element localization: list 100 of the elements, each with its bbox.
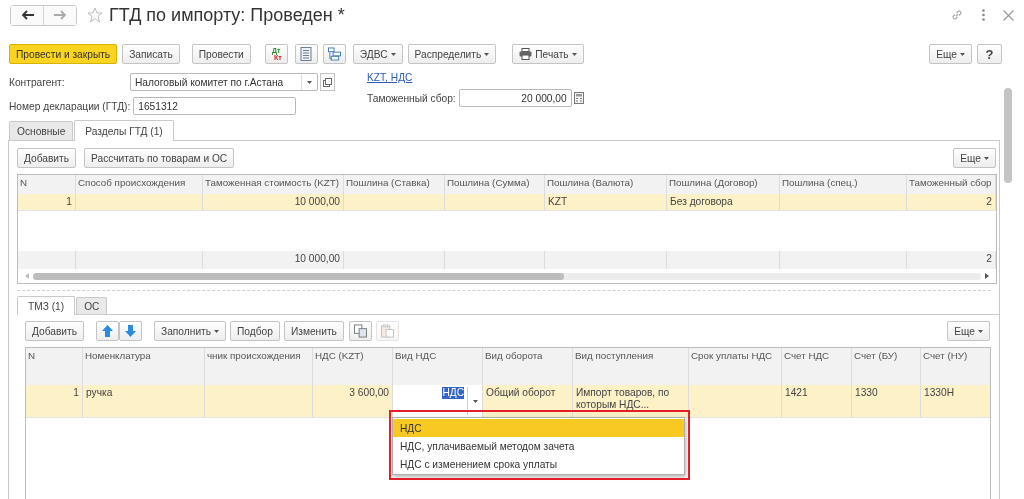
scroll-left-icon[interactable] — [25, 273, 29, 279]
dropdown-option[interactable]: НДС с изменением срока уплаты — [393, 455, 684, 473]
table-cell: 1330Н — [921, 385, 990, 418]
column-header[interactable]: Пошлина (Сумма) — [445, 175, 545, 194]
table-cell: 1330 — [852, 385, 921, 418]
column-header[interactable]: Пошлина (Валюта) — [545, 175, 667, 194]
declaration-number-field[interactable]: 1651312 — [133, 97, 297, 115]
column-header[interactable]: Таможенный сбор — [907, 175, 996, 194]
more-button[interactable]: Еще — [953, 148, 996, 168]
field-label: Контрагент: — [9, 76, 66, 88]
table-cell: 10 000,00 — [203, 251, 344, 269]
move-up-button[interactable] — [96, 321, 120, 341]
more-button[interactable]: Еще — [947, 321, 990, 341]
column-header[interactable]: Пошлина (спец.) — [780, 175, 907, 194]
column-header[interactable]: Вид поступления — [573, 348, 689, 385]
column-header[interactable]: Срок уплаты НДС — [689, 348, 782, 385]
toolbar-button[interactable]: Провести — [191, 44, 251, 64]
toolbar-icon-button[interactable] — [348, 321, 372, 341]
column-header[interactable]: Вид НДС — [393, 348, 483, 385]
tab[interactable]: Основные — [9, 121, 74, 140]
column-header[interactable]: НДС (KZT) — [313, 348, 393, 385]
table-cell: 2 — [907, 194, 996, 211]
arrow-down-icon — [125, 325, 137, 337]
close-icon[interactable] — [1003, 9, 1014, 21]
toolbar-button[interactable]: Записать — [122, 44, 180, 64]
caret-icon — [390, 52, 396, 56]
copy-icon — [353, 324, 367, 338]
field-label: Таможенный сбор: — [367, 92, 457, 104]
field-label: Номер декларации (ГТД): — [9, 100, 132, 112]
paste-icon — [380, 324, 394, 338]
back-button[interactable] — [11, 5, 44, 25]
table-cell — [18, 251, 76, 269]
column-header[interactable]: Таможенная стоимость (KZT) — [203, 175, 344, 194]
caret-icon — [960, 52, 965, 56]
menu-button[interactable]: Распределить — [407, 44, 497, 64]
counterparty-field[interactable]: Налоговый комитет по г.Астана — [130, 73, 318, 91]
table-cell: ручка — [83, 385, 205, 418]
table-row[interactable]: 1 10 000,00 KZT Без договора 2 — [18, 194, 996, 211]
arrow-up-icon — [102, 325, 114, 337]
toolbar-button[interactable]: Рассчитать по товарам и ОС — [84, 148, 235, 168]
post-and-close-button[interactable]: Провести и закрыть — [9, 44, 118, 64]
column-header[interactable]: Номенклатура — [83, 348, 205, 385]
column-header[interactable]: Пошлина (Ставка) — [344, 175, 445, 194]
tab[interactable]: ОС — [76, 297, 108, 314]
caret-icon — [307, 80, 312, 84]
currency-link[interactable]: KZT, НДС — [367, 72, 413, 83]
star-icon[interactable] — [87, 7, 103, 23]
dropdown-option[interactable]: НДС, уплачиваемый методом зачета — [393, 437, 684, 455]
toolbar-button[interactable]: Добавить — [17, 148, 77, 168]
caret-icon — [472, 399, 478, 403]
column-header[interactable]: N — [18, 175, 76, 194]
move-down-button[interactable] — [119, 321, 143, 341]
toolbar-icon-button[interactable] — [294, 44, 318, 64]
table-cell: KZT — [545, 194, 667, 211]
table-cell: 1421 — [782, 385, 852, 418]
caret-icon — [571, 52, 577, 56]
caret-icon — [984, 156, 989, 160]
table-row[interactable]: 1 ручка 3 600,00 НДС Общий оборот Импорт товаров, по которым НДС... 1421 1330 1330Н — [26, 385, 990, 418]
horizontal-scrollbar[interactable] — [33, 272, 981, 280]
menu-button[interactable]: Еще — [929, 44, 972, 64]
column-header[interactable]: Счет (НУ) — [921, 348, 990, 385]
open-window-icon — [323, 77, 332, 87]
calculator-icon[interactable] — [573, 92, 584, 104]
table-cell: 1 — [26, 385, 83, 418]
customs-fee-field[interactable]: 20 000,00 — [458, 89, 572, 107]
column-header[interactable]: Пошлина (Договор) — [667, 175, 780, 194]
table-cell: 3 600,00 — [313, 385, 393, 418]
column-header[interactable]: Счет (БУ) — [852, 348, 921, 385]
toolbar-button[interactable]: Изменить — [283, 321, 344, 341]
column-header[interactable]: Способ происхождения — [76, 175, 203, 194]
printer-icon — [519, 48, 533, 60]
menu-button[interactable]: ЭДВС — [352, 44, 403, 64]
table-cell: 2 — [907, 251, 996, 269]
caret-icon — [978, 329, 983, 333]
tab[interactable]: Разделы ГТД (1) — [74, 120, 174, 141]
print-button[interactable]: Печать — [512, 44, 584, 64]
more-icon[interactable] — [982, 9, 985, 21]
forward-arrow-icon — [53, 10, 67, 20]
caret-icon — [214, 329, 220, 333]
link-icon[interactable] — [950, 8, 964, 22]
toolbar-icon-button[interactable] — [322, 44, 346, 64]
column-header[interactable]: Счет НДС — [782, 348, 852, 385]
open-button[interactable] — [320, 73, 335, 91]
scroll-right-icon[interactable] — [985, 273, 989, 279]
table-cell: 10 000,00 — [203, 194, 344, 211]
dropdown-option[interactable]: НДС — [393, 419, 684, 437]
column-header[interactable]: N — [26, 348, 83, 385]
tab[interactable]: ТМЗ (1) — [17, 296, 76, 315]
toolbar-button[interactable]: Добавить — [25, 321, 85, 341]
caret-icon — [484, 52, 490, 56]
table-cell: Без договора — [667, 194, 780, 211]
help-button[interactable]: ? — [977, 44, 1002, 64]
table-cell: 1 — [18, 194, 76, 211]
menu-button[interactable]: Заполнить — [154, 321, 227, 341]
structure-icon — [327, 47, 341, 61]
back-arrow-icon — [20, 10, 34, 20]
toolbar-button[interactable]: Подбор — [230, 321, 280, 341]
column-header[interactable]: Вид оборота — [483, 348, 573, 385]
list-icon — [300, 47, 313, 61]
column-header[interactable]: чник происхождения — [205, 348, 313, 385]
